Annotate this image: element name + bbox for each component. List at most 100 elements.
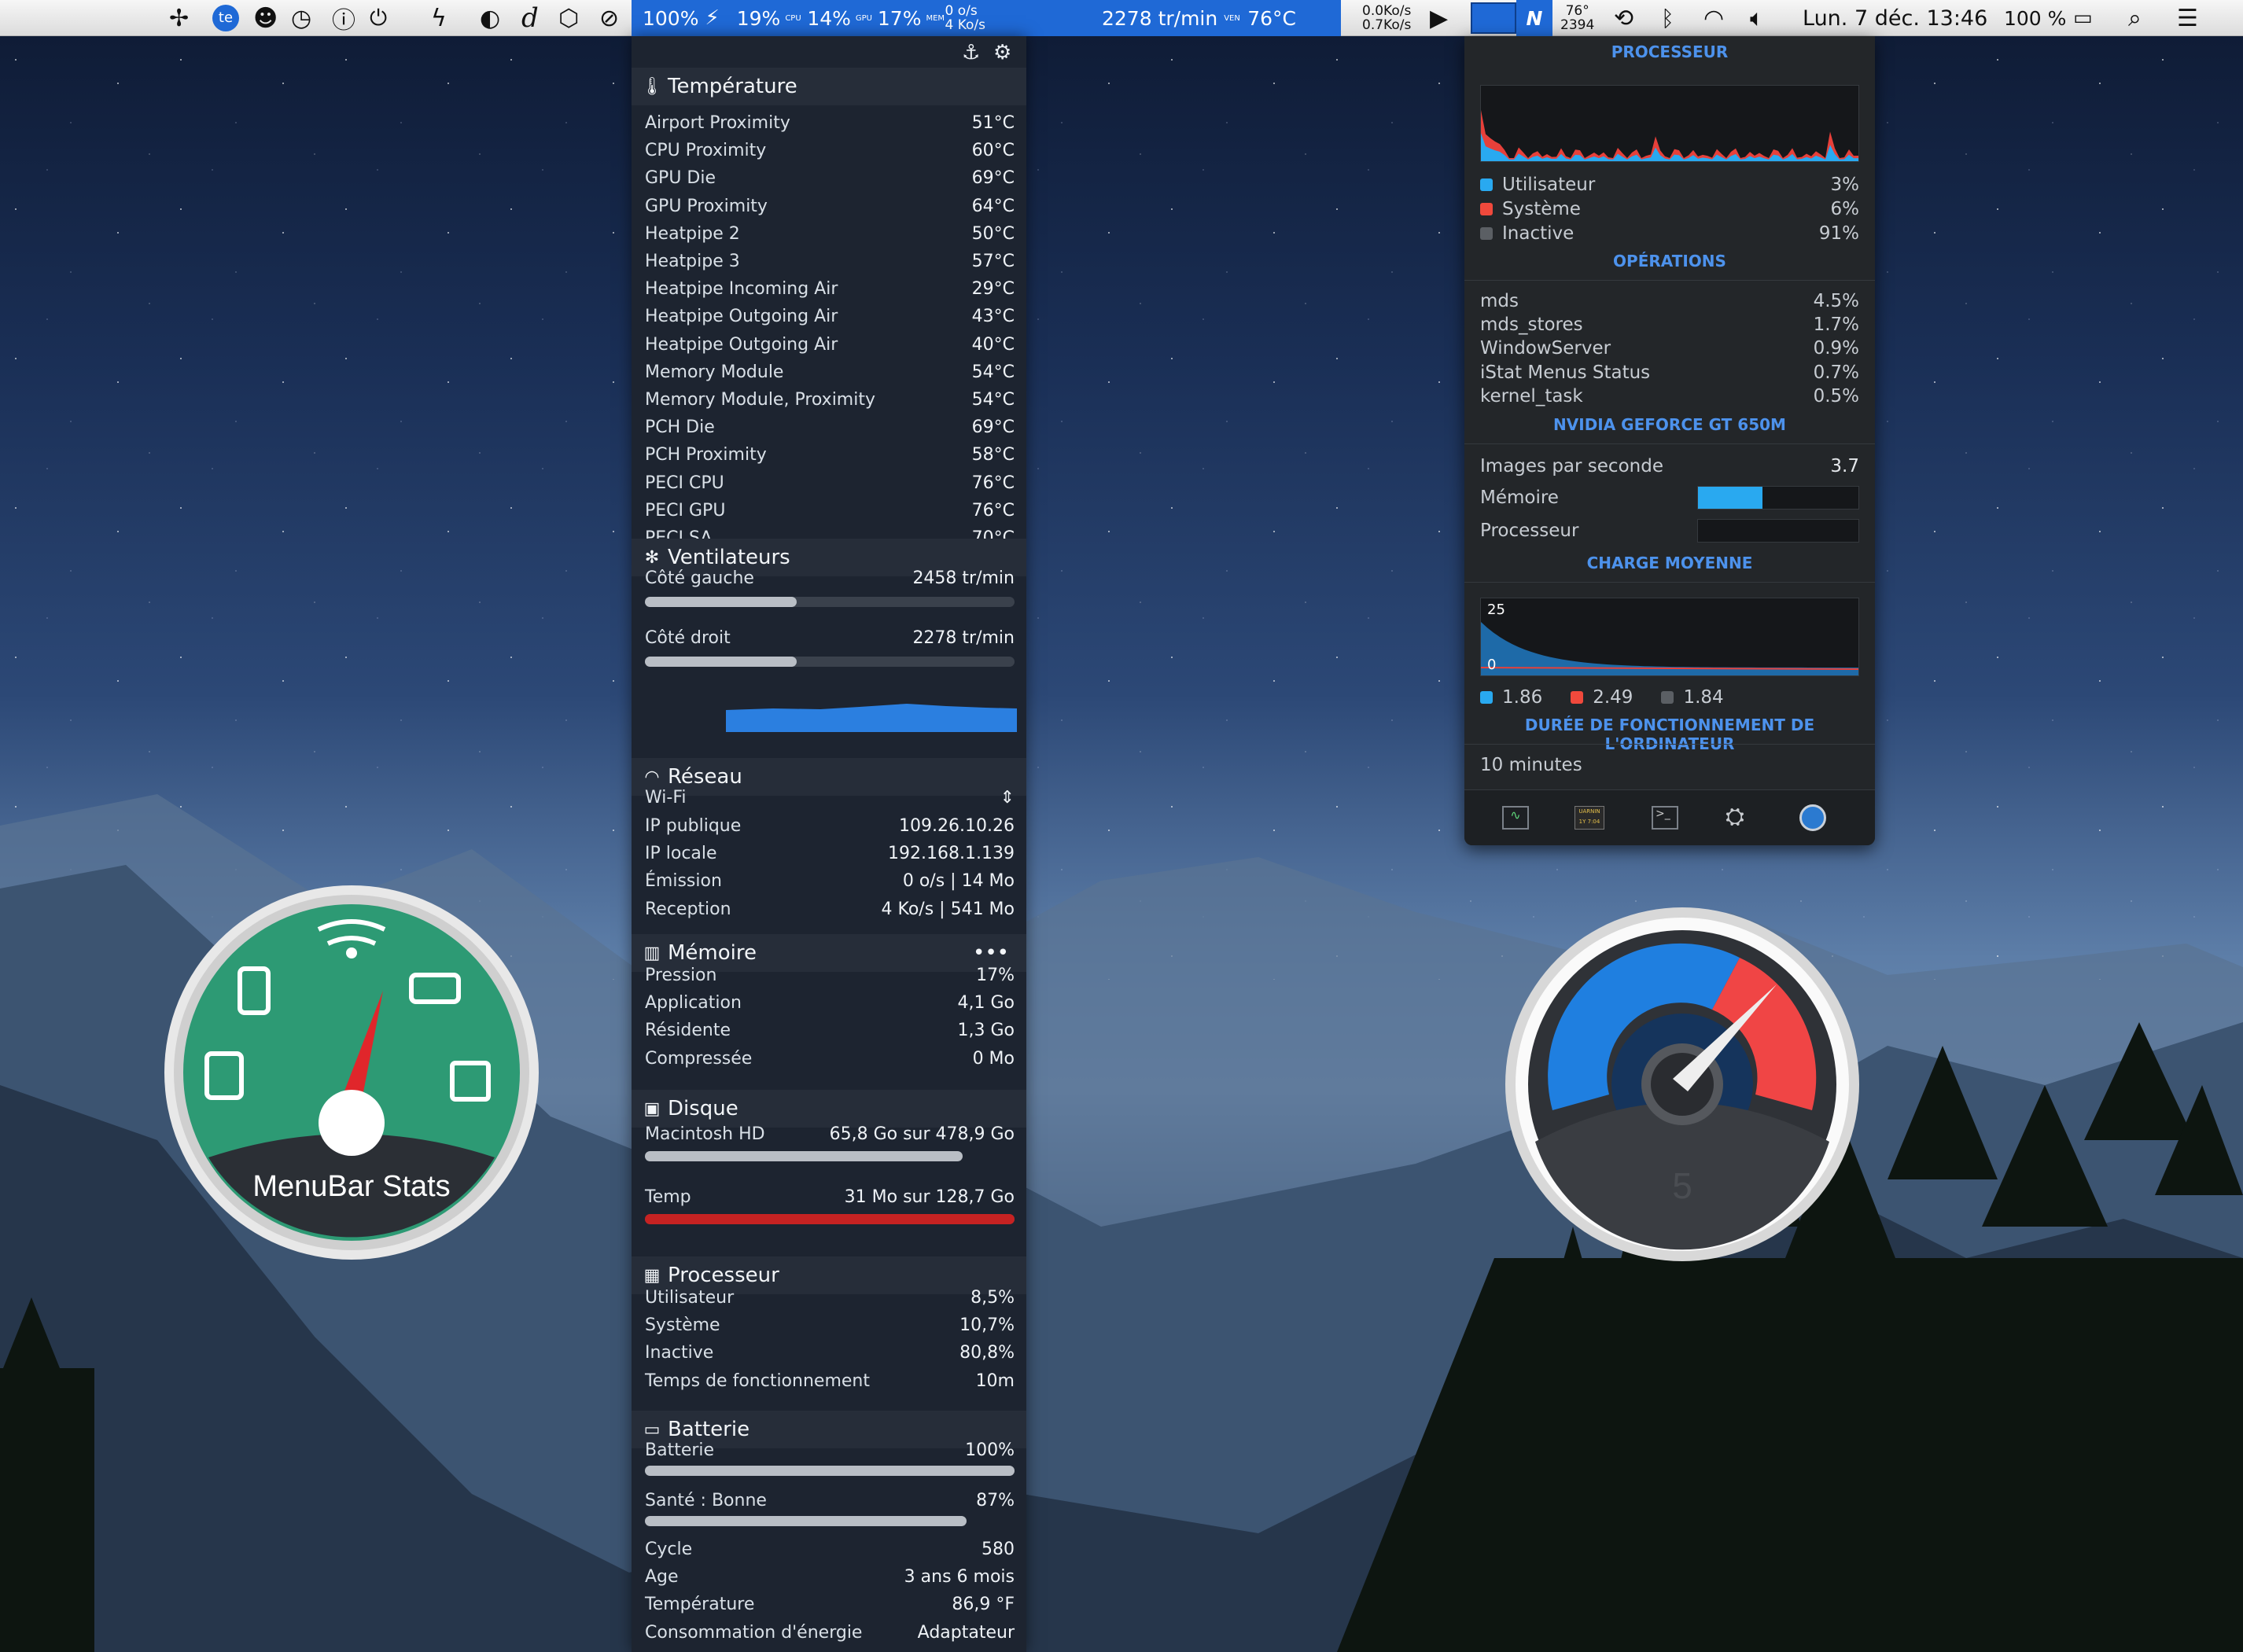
terminal-icon[interactable]: >_ [1652, 806, 1678, 830]
more-dots-icon[interactable]: ••• [973, 941, 1009, 965]
gpu-section-title: NVIDIA GEFORCE GT 650M [1553, 415, 1786, 434]
fan-left-bar [645, 597, 1015, 607]
temp-row: PECI GPU 76°C [645, 500, 1015, 521]
network-speed-2[interactable]: 0.0Ko/s 0.7Ko/s [1362, 0, 1411, 36]
battery-percent: 100% [643, 6, 699, 30]
battery-icon: ▭ [643, 1419, 661, 1440]
menubar-stats-strip[interactable]: 100% ⚡ 19% CPU 14% GPU 17% MEM 0 o/s 4 Ko… [632, 0, 1026, 36]
memory-percent: 17% [877, 6, 922, 30]
power-circle-icon[interactable]: ⏻ [370, 0, 387, 36]
disk-header[interactable]: ▣ Disque [632, 1090, 1026, 1128]
temp-row: Memory Module 54°C [645, 362, 1015, 382]
temp-row: GPU Proximity 64°C [645, 196, 1015, 216]
cpu-legend-item: Utilisateur 3% [1480, 175, 1859, 195]
wifi-icon[interactable]: ◠ [1703, 0, 1724, 36]
load-legend-item: 2.49 [1571, 687, 1633, 708]
ops-row: mds 4.5% [1480, 291, 1859, 311]
cpu-history-graph [1480, 85, 1859, 162]
fan-history-graph [726, 704, 1017, 732]
temp-row: Heatpipe 2 50°C [645, 223, 1015, 244]
alien-icon[interactable]: ☻ [253, 0, 278, 36]
fan-right-row: Côté droit 2278 tr/min [645, 628, 1015, 648]
memory-chip-icon: ▥ [643, 943, 661, 963]
uptime-section-title: DURÉE DE FONCTIONNEMENT DE L'ORDINATEUR [1524, 716, 1815, 753]
volume-icon[interactable]: 🔈︎ [1750, 0, 1764, 36]
mem-row: Résidente 1,3 Go [645, 1021, 1015, 1041]
cpu-tag: CPU [785, 13, 801, 23]
te-app-icon[interactable]: te [212, 0, 239, 36]
info-circle-icon[interactable]: ⓘ [332, 0, 355, 36]
network-graph-icon[interactable] [1471, 2, 1516, 34]
istat-menus-app-icon[interactable]: 5 [1504, 906, 1861, 1263]
temperature-header[interactable]: 🌡︎ Température [632, 68, 1026, 105]
cpu-section-title: PROCESSEUR [1611, 42, 1729, 61]
cpu-row: Inactive 80,8% [645, 1343, 1015, 1363]
battery-icon[interactable]: ▭ [2073, 0, 2093, 36]
console-icon[interactable]: UARNIN 1Y 7:04 [1575, 806, 1604, 830]
temperature-readout: 76°C [1247, 6, 1296, 30]
network-interface-row[interactable]: Wi-Fi ⇕ [645, 788, 1015, 808]
leaf-icon[interactable]: ◐ [480, 0, 500, 36]
istat-panel: PROCESSEUR Utilisateur 3% Système 6% Inactiv… [1464, 36, 1875, 845]
temp-row: GPU Die 69°C [645, 168, 1015, 189]
battery-health-bar [645, 1516, 1015, 1526]
load-max-label: 25 [1487, 602, 1505, 618]
network-rates: 0 o/s 4 Ko/s [945, 3, 985, 33]
cpu-row: Système 10,7% [645, 1315, 1015, 1336]
load-legend-item: 1.86 [1480, 687, 1542, 708]
sensor-readout[interactable]: 76° 2394 [1560, 0, 1594, 36]
temp-row: PCH Die 69°C [645, 418, 1015, 438]
nvidia-n-icon[interactable]: N [1516, 0, 1552, 36]
fps-row: Images par seconde 3.7 [1480, 456, 1859, 476]
clock[interactable]: Lun. 7 déc. 13:46 [1803, 0, 1987, 36]
temp-row: CPU Proximity 60°C [645, 141, 1015, 161]
ops-row: WindowServer 0.9% [1480, 338, 1859, 359]
clock-circle-icon[interactable]: ◷ [291, 0, 311, 36]
net-row: Reception 4 Ko/s | 541 Mo [645, 899, 1015, 919]
disk-temp-row: Temp 31 Mo sur 128,7 Go [645, 1187, 1015, 1207]
operations-section-title: OPÉRATIONS [1613, 252, 1726, 270]
load-average-graph: 25 0 [1480, 598, 1859, 676]
fan-tag: VEN [1224, 13, 1240, 23]
istat-menus-icon[interactable] [1799, 804, 1826, 831]
dash-icon[interactable]: d [521, 0, 539, 36]
time-machine-icon[interactable]: ⟲ [1614, 0, 1633, 36]
mountain-landscape [0, 794, 2243, 1652]
temp-row: PCH Proximity 58°C [645, 445, 1015, 465]
disk-utility-icon[interactable]: ⛭ [1726, 803, 1744, 830]
anchor-icon[interactable]: ⚓ [962, 41, 980, 64]
gpu-tag: GPU [855, 13, 873, 23]
blocked-circle-icon[interactable]: ⊘ [599, 0, 619, 36]
menu-bar: ✢ te ☻ ◷ ⓘ ⏻ ϟ ◐ d ⬡ ⊘ 100% ⚡ 19% CPU 14… [0, 0, 2243, 36]
ops-row: mds_stores 1.7% [1480, 315, 1859, 336]
temp-row: Airport Proximity 51°C [645, 113, 1015, 133]
temp-row: Memory Module, Proximity 54°C [645, 390, 1015, 410]
temp-row: Heatpipe Outgoing Air 40°C [645, 334, 1015, 355]
bat-row: Température 86,9 °F [645, 1595, 1015, 1615]
dropbox-icon[interactable]: ⬡ [558, 0, 579, 36]
battery-level-bar [645, 1466, 1015, 1476]
pinwheel-icon[interactable]: ✢ [169, 0, 189, 36]
ops-row: kernel_task 0.5% [1480, 385, 1859, 407]
gpu-processor-bar [1697, 519, 1859, 543]
lightning-tool-icon[interactable]: ϟ [431, 0, 447, 36]
bat-row: Age 3 ans 6 mois [645, 1567, 1015, 1588]
fan-right-bar [645, 657, 1015, 667]
fan-temp-strip[interactable]: 2278 tr/min VEN 76°C [1026, 0, 1341, 36]
load-legend-item: 1.84 [1661, 687, 1724, 708]
activity-monitor-icon[interactable]: ∿ [1502, 806, 1529, 830]
cpu-chip-icon: ▦ [643, 1265, 661, 1286]
bluetooth-icon[interactable]: ᛒ [1661, 0, 1674, 36]
search-icon[interactable]: ⌕ [2128, 0, 2142, 36]
battery-percent-2[interactable]: 100 % [2004, 0, 2066, 36]
battery-level-row: Batterie 100% [645, 1440, 1015, 1460]
disk-temp-bar [645, 1214, 1015, 1224]
memory-tag: MEM [926, 13, 945, 23]
notification-center-icon[interactable]: ☰ [2177, 0, 2198, 36]
gear-icon[interactable]: ⚙ [993, 41, 1011, 64]
bat-row: Cycle 580 [645, 1540, 1015, 1559]
fan-icon: ✻ [644, 547, 660, 568]
play-circle-icon[interactable]: ▶ [1430, 0, 1448, 36]
net-row: Émission 0 o/s | 14 Mo [645, 871, 1015, 892]
menubar-stats-app-icon[interactable]: MenuBar Stats [161, 882, 542, 1263]
